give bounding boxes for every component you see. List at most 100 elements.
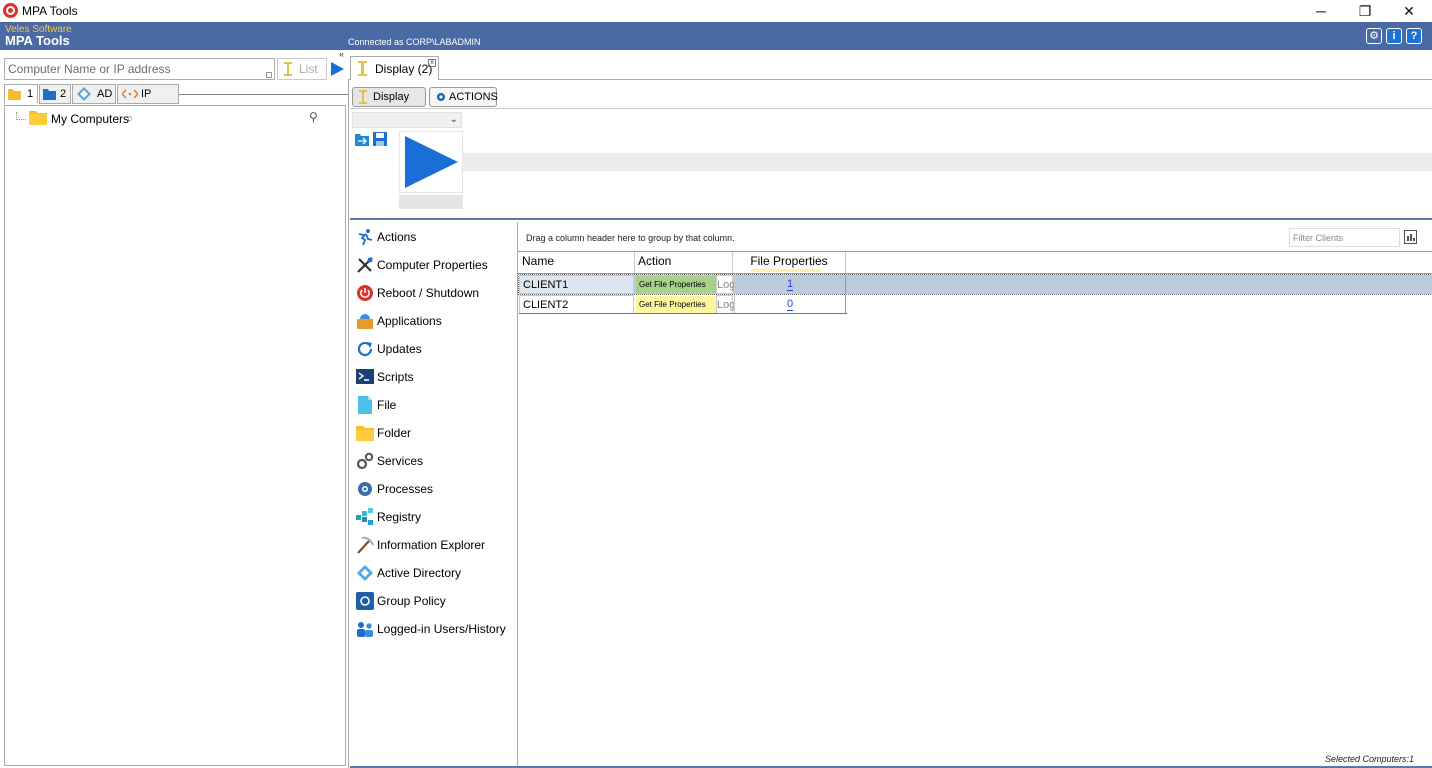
action-item-actions[interactable]: Actions: [356, 226, 516, 248]
log-link[interactable]: Log: [716, 295, 735, 314]
folder-yellow-icon: [8, 89, 21, 100]
action-item-information-explorer[interactable]: Information Explorer: [356, 534, 516, 556]
save-icon[interactable]: [373, 132, 387, 146]
action-item-updates[interactable]: Updates: [356, 338, 516, 360]
subtab-display[interactable]: Display (2): [352, 87, 426, 121]
table-row[interactable]: CLIENT2 Get File Properties Log 0: [519, 295, 1432, 314]
folder-icon: [356, 426, 374, 441]
tab-display-label: Display (2): [375, 62, 433, 76]
action-category-list: Actions Computer Properties Reboot / Shu…: [350, 222, 518, 768]
action-label: Processes: [377, 482, 434, 496]
tree-node-my-computers[interactable]: My Computers: [51, 112, 129, 126]
restore-button[interactable]: ❐: [1342, 0, 1388, 22]
run-button[interactable]: [399, 131, 463, 193]
collapse-panel-icon[interactable]: «: [339, 49, 344, 59]
tab-ip-scan[interactable]: IP Scan: [117, 84, 179, 118]
services-icon: [356, 452, 374, 470]
divider: [518, 273, 1432, 274]
tab-display[interactable]: Display (2) x: [350, 56, 439, 80]
refresh-icon: [357, 341, 373, 357]
action-tag: Get File Properties: [636, 296, 716, 313]
action-item-group-policy[interactable]: Group Policy: [356, 590, 516, 612]
action-label: Reboot / Shutdown: [377, 286, 480, 300]
action-label: Registry: [377, 510, 422, 524]
tree-search-icon[interactable]: ⚲: [309, 110, 318, 124]
action-item-registry[interactable]: Registry: [356, 506, 516, 528]
help-icon[interactable]: ?: [1406, 28, 1422, 44]
running-man-icon: [358, 229, 373, 246]
file-properties-link[interactable]: 0: [786, 298, 794, 311]
display-icon: [358, 61, 367, 76]
action-item-active-directory[interactable]: Active Directory: [356, 562, 516, 584]
run-progress: [399, 195, 463, 209]
action-item-file[interactable]: File: [356, 394, 516, 416]
group-policy-icon: [356, 592, 374, 610]
action-item-services[interactable]: Services: [356, 450, 516, 472]
action-item-reboot-shutdown[interactable]: Reboot / Shutdown: [356, 282, 516, 304]
tab-ad[interactable]: AD: [72, 84, 116, 104]
list-icon: [284, 62, 292, 76]
computer-search-field[interactable]: [4, 58, 275, 80]
action-label: Folder: [377, 426, 412, 440]
pickaxe-icon: [357, 536, 374, 554]
terminal-icon: [356, 369, 374, 384]
list-button[interactable]: List: [277, 58, 327, 80]
cell-name: CLIENT2: [519, 295, 634, 314]
open-icon[interactable]: [355, 132, 369, 146]
play-icon: [405, 136, 458, 188]
cell-file-properties[interactable]: 1: [734, 275, 846, 294]
close-tab-icon[interactable]: x: [428, 59, 436, 67]
action-label: File: [377, 398, 397, 412]
action-tag: Get File Properties: [636, 276, 716, 293]
cell-file-properties[interactable]: 0: [734, 295, 846, 314]
app-icon: [3, 3, 18, 18]
power-icon: [357, 285, 373, 301]
cell-action: Get File Properties: [636, 295, 716, 314]
gear-icon[interactable]: ⚙: [1366, 28, 1382, 44]
minimize-button[interactable]: ─: [1298, 0, 1344, 22]
folder-icon: [29, 111, 47, 125]
tab-folder-2[interactable]: 2: [39, 84, 71, 104]
applications-icon: [357, 314, 373, 329]
divider: [519, 313, 847, 314]
tab-label: AD: [97, 88, 113, 100]
action-item-processes[interactable]: Processes: [356, 478, 516, 500]
filter-clients-field[interactable]: [1289, 228, 1400, 247]
action-item-applications[interactable]: Applications: [356, 310, 516, 332]
column-header-action[interactable]: Action: [635, 252, 733, 273]
cell-action: Get File Properties: [636, 275, 716, 294]
folder-blue-icon: [43, 89, 56, 100]
close-button[interactable]: ✕: [1386, 0, 1432, 22]
action-item-scripts[interactable]: Scripts: [356, 366, 516, 388]
column-header-name[interactable]: Name: [519, 252, 635, 273]
go-play-icon[interactable]: [329, 59, 345, 79]
log-link[interactable]: Log: [716, 275, 735, 294]
list-button-label: List: [299, 62, 318, 76]
action-label: Active Directory: [377, 566, 462, 580]
gear-icon: [437, 93, 445, 101]
subtab-actions[interactable]: ACTIONS: [429, 87, 498, 107]
action-item-folder[interactable]: Folder: [356, 422, 516, 444]
action-dropdown[interactable]: ⌄: [352, 112, 462, 128]
export-icon[interactable]: [1404, 230, 1417, 244]
filter-clients-input[interactable]: [1290, 229, 1398, 246]
search-dropdown-icon[interactable]: [266, 72, 272, 78]
tools-icon: [357, 257, 373, 273]
tree-connector: [16, 112, 26, 120]
connection-status: Connected as CORP\LABADMIN: [348, 37, 481, 47]
file-properties-link[interactable]: 1: [786, 278, 794, 291]
tab-folder-1[interactable]: 1: [4, 84, 38, 104]
app-header: Veles Software MPA Tools Connected as CO…: [0, 22, 1432, 50]
action-label: Group Policy: [377, 594, 446, 608]
table-row[interactable]: CLIENT1 Get File Properties Log 1: [518, 274, 1432, 295]
action-label: Logged-in Users/History: [377, 622, 506, 636]
action-item-logged-in-users[interactable]: Logged-in Users/History: [356, 618, 516, 640]
tree-node-count: 0: [128, 116, 132, 123]
computer-search-input[interactable]: [5, 59, 260, 79]
display-icon: [359, 90, 367, 104]
action-label: Information Explorer: [377, 538, 486, 552]
info-icon[interactable]: i: [1386, 28, 1402, 44]
column-header-file-properties[interactable]: File Properties: [733, 252, 846, 273]
action-label: Applications: [377, 314, 442, 328]
action-item-computer-properties[interactable]: Computer Properties: [356, 254, 516, 276]
